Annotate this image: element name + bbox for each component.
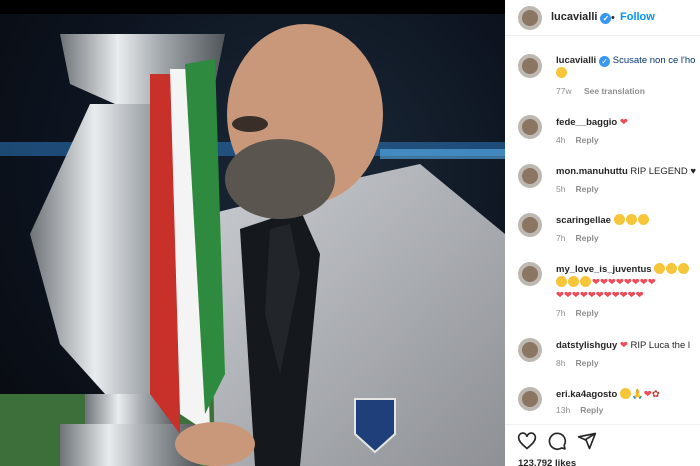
crying-emoji-icon	[666, 263, 678, 274]
follow-button[interactable]: Follow	[620, 11, 655, 23]
comment-text: RIP Luca the l	[630, 340, 691, 351]
likes-count[interactable]: 123,792 likes	[518, 458, 576, 466]
comment-age: 4h	[556, 135, 566, 145]
black-heart-emoji-icon: ♥	[690, 166, 697, 177]
comment-icon[interactable]	[547, 431, 567, 451]
rose-emoji-icon: ✿	[651, 389, 660, 400]
reply-button[interactable]: Reply	[575, 184, 598, 194]
sad-emoji-icon	[613, 214, 625, 225]
reply-button[interactable]: Reply	[575, 233, 598, 243]
comment-username[interactable]: my_love_is_juventus	[556, 264, 652, 275]
crying-emoji-icon	[568, 276, 579, 287]
crying-emoji-icon	[654, 263, 666, 274]
photo-illustration	[0, 24, 505, 466]
heart-emoji-icon: ❤❤❤❤❤❤❤❤❤❤❤	[556, 290, 644, 301]
post-photo[interactable]	[0, 14, 505, 466]
avatar[interactable]	[518, 338, 542, 362]
avatar[interactable]	[518, 164, 542, 188]
share-icon[interactable]	[577, 431, 597, 451]
comment-age: 7h	[556, 233, 566, 243]
caption-age: 77w	[556, 86, 572, 96]
heart-emoji-icon: ❤	[619, 117, 628, 128]
post-sidebar: lucavialli ✓ • Follow lucavialli ✓ Scusate…	[505, 0, 700, 466]
comment-age: 7h	[556, 308, 566, 318]
reply-button[interactable]: Reply	[575, 308, 598, 318]
comment-username[interactable]: eri.ka4agosto	[556, 389, 617, 400]
post-actions	[505, 424, 700, 454]
verified-badge-icon: ✓	[600, 13, 612, 24]
separator-dot: •	[611, 12, 615, 24]
praying-hands-emoji-icon: 🙏	[631, 389, 644, 400]
verified-badge-icon: ✓	[599, 56, 611, 67]
comment-username[interactable]: datstylishguy	[556, 340, 617, 351]
post-header: lucavialli ✓ • Follow	[505, 0, 700, 36]
heart-emoji-icon: ❤	[643, 389, 652, 400]
avatar[interactable]	[518, 213, 542, 237]
avatar[interactable]	[518, 115, 542, 139]
heart-icon[interactable]	[517, 431, 537, 451]
comment-text: RIP LEGEND	[630, 166, 688, 177]
avatar[interactable]	[518, 54, 542, 78]
sad-emoji-icon	[619, 388, 631, 399]
sad-emoji-icon	[637, 214, 649, 225]
crying-emoji-icon	[580, 276, 591, 287]
post-username[interactable]: lucavialli ✓	[551, 11, 612, 24]
comment-age: 13h	[556, 405, 571, 415]
sad-emoji-icon	[625, 214, 637, 225]
crying-emoji-icon	[556, 276, 567, 287]
comment-username[interactable]: scaringellae	[556, 215, 611, 226]
heart-emoji-icon: ❤❤❤❤❤❤❤❤	[592, 277, 656, 288]
avatar[interactable]	[518, 6, 542, 30]
crying-emoji-icon	[678, 263, 690, 274]
avatar[interactable]	[518, 387, 542, 411]
comment-username[interactable]: fede__baggio	[556, 117, 617, 128]
post-username-text[interactable]: lucavialli	[551, 11, 597, 23]
reply-button[interactable]: Reply	[575, 135, 598, 145]
comment-username[interactable]: mon.manuhuttu	[556, 166, 628, 177]
reply-button[interactable]: Reply	[575, 358, 598, 368]
comment-age: 5h	[556, 184, 566, 194]
caption-username[interactable]: lucavialli	[556, 55, 596, 66]
avatar[interactable]	[518, 262, 542, 286]
heart-emoji-icon: ❤	[619, 340, 628, 351]
reply-button[interactable]: Reply	[580, 405, 603, 415]
sunglasses-emoji-icon	[556, 67, 567, 78]
comment-age: 8h	[556, 358, 566, 368]
see-translation-link[interactable]: See translation	[584, 86, 645, 96]
caption-text: Scusate non ce l'ho	[612, 55, 696, 66]
